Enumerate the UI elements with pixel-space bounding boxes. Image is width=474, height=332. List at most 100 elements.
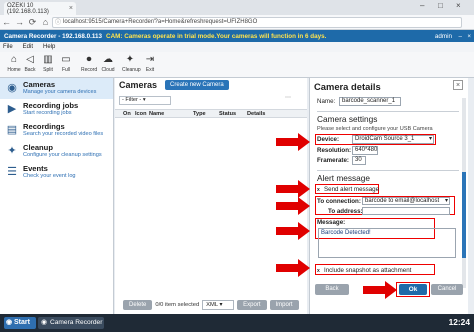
- annotation-arrow-icon: [276, 197, 310, 215]
- dialog-close-icon[interactable]: ×: [453, 80, 463, 90]
- scrollbar-thumb[interactable]: [462, 172, 466, 258]
- toolbar-full-label: Full: [61, 67, 71, 73]
- sidebar-item-events[interactable]: ☰ Events Check your event log: [0, 162, 113, 183]
- toolbar-split-button[interactable]: ▥ Split: [40, 54, 56, 76]
- browser-tab-bar: OZEKI 10 (192.168.0.113) × – □ ×: [0, 0, 474, 15]
- trial-notice: CAM: Cameras operate in trial mode.Your …: [106, 32, 327, 40]
- start-icon: ◉: [6, 319, 13, 326]
- to-address-label: To address:: [328, 208, 363, 215]
- export-button[interactable]: Export: [237, 300, 267, 310]
- toolbar: ⌂ Home ◁ Back ▥ Split ▭ Full ⏺ Record ☁ Cloud …: [0, 52, 474, 78]
- tab-title: OZEKI 10 (192.168.0.113): [7, 2, 49, 15]
- cancel-button[interactable]: Cancel: [431, 284, 463, 295]
- table-header: On Icon Name Type Status Details: [115, 109, 307, 118]
- app-minimize-icon[interactable]: –: [458, 33, 462, 40]
- menu-file[interactable]: File: [3, 44, 13, 50]
- reload-icon[interactable]: ⟳: [26, 17, 39, 28]
- tab-close-icon[interactable]: ×: [69, 5, 73, 12]
- message-label: Message:: [317, 219, 346, 226]
- name-label: Name:: [317, 98, 336, 105]
- start-button[interactable]: ◉ Start: [4, 317, 36, 329]
- sidebar-item-desc: Search your recorded video files: [23, 131, 104, 137]
- message-textarea[interactable]: Barcode Detected!: [318, 228, 456, 258]
- ok-button[interactable]: Ok: [399, 284, 427, 295]
- column-name[interactable]: Name: [149, 111, 164, 117]
- snapshot-checkbox[interactable]: x Include snapshot as attachment: [317, 267, 411, 274]
- annotation-arrow-icon: [276, 222, 310, 240]
- back-arrow-icon[interactable]: ←: [0, 17, 13, 27]
- info-icon: ⓘ: [55, 20, 62, 26]
- minimize-icon[interactable]: –: [420, 1, 424, 10]
- column-status[interactable]: Status: [219, 111, 236, 117]
- annotation-arrow-icon: [276, 259, 310, 277]
- maximize-icon[interactable]: □: [438, 1, 443, 10]
- back-button[interactable]: Back: [315, 284, 349, 295]
- device-chevron-down-icon: ▾: [428, 136, 432, 142]
- send-alert-label: Send alert message: [324, 186, 380, 193]
- address-bar: ← → ⟳ ⌂ ⓘ localhost:9515/Camera+Recorder…: [0, 15, 474, 30]
- send-alert-checkbox[interactable]: x Send alert message: [317, 186, 379, 193]
- alert-heading: Alert message: [317, 173, 371, 183]
- browser-tab[interactable]: OZEKI 10 (192.168.0.113) ×: [4, 2, 76, 15]
- menu-help[interactable]: Help: [43, 44, 55, 50]
- format-dropdown[interactable]: XML ▾: [202, 300, 235, 310]
- toolbar-full-button[interactable]: ▭ Full: [58, 54, 74, 76]
- divider: [317, 111, 459, 112]
- clock: 12:24: [448, 317, 470, 327]
- column-type[interactable]: Type: [193, 111, 206, 117]
- back-tool-icon: ◁: [26, 54, 34, 65]
- camera-hint: Please select and configure your USB Cam…: [317, 126, 433, 132]
- name-input[interactable]: barcode_scanner_1: [339, 97, 401, 106]
- dialog-scrollbar[interactable]: [462, 98, 466, 288]
- sidebar-item-recordings[interactable]: ▤ Recordings Search your recorded video …: [0, 120, 113, 141]
- filter-value: - Filter -: [122, 96, 142, 103]
- sidebar: ◉ Cameras Manage your camera devices ▶ R…: [0, 78, 114, 314]
- cleanup-tool-icon: ✦: [125, 54, 135, 65]
- taskbar: ◉ Start ◉ Camera Recorder 12:24: [0, 314, 474, 332]
- sidebar-item-cleanup[interactable]: ✦ Cleanup Configure your cleanup setting…: [0, 141, 113, 162]
- sidebar-item-desc: Start recording jobs: [23, 110, 72, 116]
- taskbar-item-camera-recorder[interactable]: ◉ Camera Recorder: [38, 317, 104, 329]
- toolbar-exit-label: Exit: [145, 67, 155, 73]
- import-button[interactable]: Import: [269, 300, 299, 310]
- user-name[interactable]: admin: [435, 33, 452, 40]
- framerate-input[interactable]: 30: [352, 156, 366, 165]
- toolbar-exit-button[interactable]: ⇥ Exit: [142, 54, 158, 76]
- toolbar-back-button[interactable]: ◁ Back: [22, 54, 38, 76]
- delete-button[interactable]: Delete: [123, 300, 153, 310]
- to-address-input[interactable]: [362, 207, 450, 215]
- camera-details-dialog: Camera details × Name: barcode_scanner_1…: [309, 78, 468, 314]
- sidebar-item-title: Recordings: [23, 122, 65, 131]
- resolution-input[interactable]: 640*480: [352, 146, 378, 155]
- sidebar-item-cameras[interactable]: ◉ Cameras Manage your camera devices: [0, 78, 113, 99]
- to-connection-select[interactable]: barcode to email@localhost ▾: [362, 197, 450, 205]
- divider: [317, 170, 459, 171]
- home-icon[interactable]: ⌂: [39, 17, 52, 27]
- sidebar-item-title: Cameras: [23, 80, 56, 89]
- to-connection-label: To connection:: [317, 198, 361, 205]
- snapshot-label: Include snapshot as attachment: [324, 267, 412, 274]
- forward-arrow-icon[interactable]: →: [13, 17, 26, 27]
- device-select[interactable]: DroidCam Source 3_1 ▾: [352, 135, 434, 144]
- filter-dropdown[interactable]: - Filter - ▾: [119, 95, 171, 105]
- sidebar-item-recording-jobs[interactable]: ▶ Recording jobs Start recording jobs: [0, 99, 113, 120]
- column-settings-icon[interactable]: ⋯: [285, 94, 291, 101]
- to-connection-value: barcode to email@localhost: [365, 198, 440, 204]
- column-icon[interactable]: Icon: [135, 111, 147, 117]
- column-on[interactable]: On: [123, 111, 131, 117]
- column-details[interactable]: Details: [247, 111, 265, 117]
- resolution-label: Resolution:: [317, 147, 352, 154]
- toolbar-record-button[interactable]: ⏺ Record: [81, 54, 97, 76]
- create-camera-button[interactable]: Create new Camera: [165, 80, 229, 90]
- toolbar-cleanup-button[interactable]: ✦ Cleanup: [122, 54, 141, 76]
- url-input[interactable]: ⓘ localhost:9515/Camera+Recorder/?a=Home…: [52, 17, 462, 28]
- menu-edit[interactable]: Edit: [23, 44, 33, 50]
- home-tool-icon: ⌂: [10, 54, 18, 65]
- toolbar-home-button[interactable]: ⌂ Home: [6, 54, 22, 76]
- toolbar-cloud-button[interactable]: ☁ Cloud: [100, 54, 116, 76]
- split-tool-icon: ▥: [43, 54, 53, 65]
- sidebar-item-desc: Configure your cleanup settings: [23, 152, 102, 158]
- window-close-icon[interactable]: ×: [456, 1, 461, 10]
- app-close-icon[interactable]: ×: [467, 33, 471, 40]
- recording-icon: ▶: [7, 103, 17, 115]
